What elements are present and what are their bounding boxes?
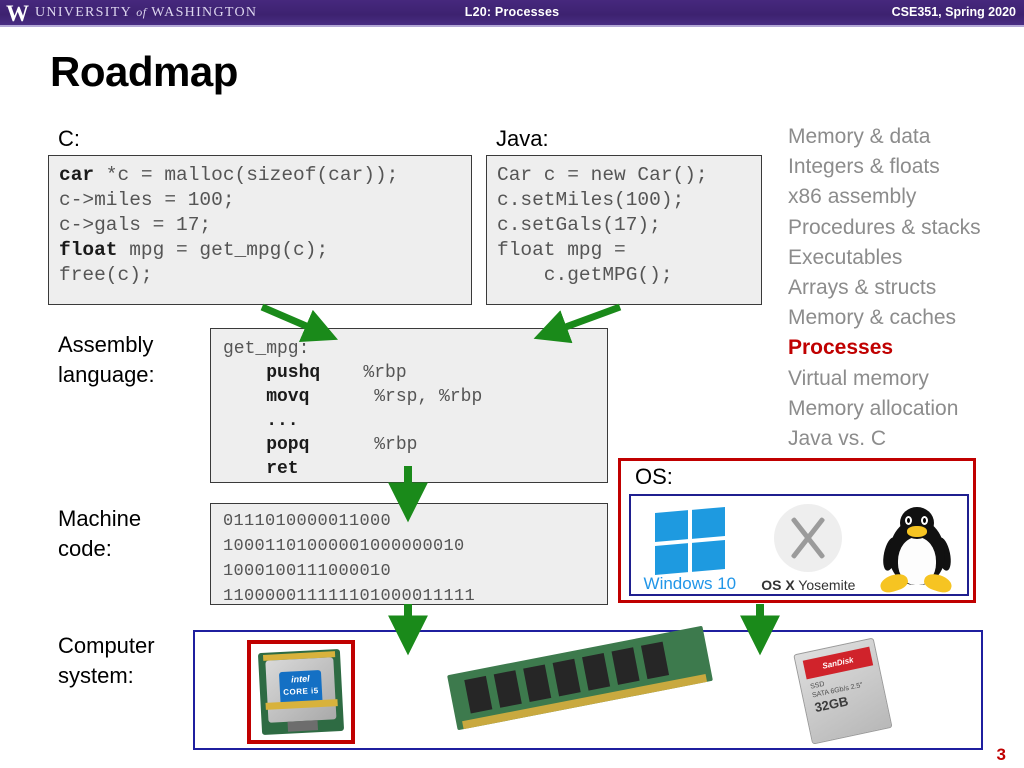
code-text: *c = malloc(sizeof(car)); xyxy=(94,164,399,186)
linux-tux-penguin-icon xyxy=(878,501,955,595)
lecture-title: L20: Processes xyxy=(464,5,560,19)
code-text: c.setMiles(100); xyxy=(497,189,685,211)
code-text: %rbp xyxy=(320,363,407,383)
c-code-line: car *c = malloc(sizeof(car)); xyxy=(59,163,471,188)
java-code-line: float mpg = xyxy=(497,238,761,263)
osx-logo-icon xyxy=(774,504,843,572)
code-text: %rsp, %rbp xyxy=(309,387,483,407)
roadmap-topic-item: Memory & caches xyxy=(788,306,957,330)
code-text: c->miles = 100; xyxy=(59,189,235,211)
code-text: mpg = get_mpg(c); xyxy=(117,239,329,261)
windows-label: Windows 10 xyxy=(643,574,737,593)
asm-code-line: get_mpg: xyxy=(223,337,607,361)
code-text: %rbp xyxy=(309,435,418,455)
code-keyword: movq xyxy=(223,387,310,407)
asm-code-line: movq %rsp, %rbp xyxy=(223,385,607,409)
os-box: OS: Windows 10 OS X Yosemite xyxy=(618,458,976,603)
ssd-drive-image: SanDisk SSD SATA 6Gb/s 2.5" 32GB xyxy=(793,635,903,746)
c-code-block: car *c = malloc(sizeof(car)); c->miles = … xyxy=(48,155,472,305)
label-computer-line1: Computer xyxy=(58,633,155,658)
machine-code-line: 10001101000001000000010 xyxy=(223,537,465,556)
code-text: float mpg = xyxy=(497,239,626,261)
machine-code-block: 0111010000011000 10001101000001000000010 1… xyxy=(210,503,608,606)
code-text: c.setGals(17); xyxy=(497,214,661,236)
cpu-highlight-frame: intel CORE i5 xyxy=(247,640,355,744)
roadmap-topic-item: Memory allocation xyxy=(788,396,959,420)
os-item-macos: OS X Yosemite xyxy=(761,496,855,594)
label-computer-line2: system: xyxy=(58,663,134,688)
intel-wordmark: intel xyxy=(290,673,310,685)
roadmap-topic-item: Memory & data xyxy=(788,125,931,148)
os-item-windows: Windows 10 xyxy=(643,496,737,594)
roadmap-topic-item: x86 assembly xyxy=(788,185,917,209)
code-text: free(c); xyxy=(59,264,153,286)
slide-header-bar: W UNIVERSITY of WASHINGTON L20: Processe… xyxy=(0,0,1024,27)
java-code-line: c.setGals(17); xyxy=(497,213,761,238)
windows-logo-icon xyxy=(654,506,725,576)
java-code-block: Car c = new Car(); c.setMiles(100); c.setG… xyxy=(486,155,762,305)
code-text: c.getMPG(); xyxy=(497,264,673,286)
label-java: Java: xyxy=(496,126,549,151)
computer-system-box: intel CORE i5 SanDisk SSD SATA 6Gb/s 2.5"… xyxy=(193,625,983,750)
label-machine-line1: Machine xyxy=(58,506,142,531)
asm-code-line: popq %rbp xyxy=(223,433,607,457)
intel-core-model: CORE i5 xyxy=(282,686,319,697)
assembly-code-block: get_mpg: pushq %rbp movq %rsp, %rbp ... … xyxy=(210,328,608,483)
course-term: CSE351, Spring 2020 xyxy=(891,5,1016,19)
label-machine-line2: code: xyxy=(58,536,112,561)
code-text: get_mpg: xyxy=(223,339,310,359)
code-text: Car c = new Car(); xyxy=(497,164,708,186)
c-code-line: c->miles = 100; xyxy=(59,188,471,213)
roadmap-topic-item: Integers & floats xyxy=(788,155,940,179)
machine-code-line: 110000011111101000011111 xyxy=(223,587,476,606)
roadmap-topic-item: Arrays & structs xyxy=(788,276,937,300)
os-logos-container: Windows 10 OS X Yosemite xyxy=(629,494,969,596)
code-keyword: ret xyxy=(223,459,299,479)
label-os: OS: xyxy=(635,464,673,489)
roadmap-topic-item: Virtual memory xyxy=(788,366,929,390)
roadmap-topic-item: Procedures & stacks xyxy=(788,215,981,239)
code-keyword: ... xyxy=(223,411,299,431)
code-keyword: car xyxy=(59,164,95,186)
machine-code-line: 0111010000011000 xyxy=(223,512,392,531)
roadmap-topic-item-current: Processes xyxy=(788,336,894,360)
machine-code-line: 1000100111000010 xyxy=(223,562,392,581)
asm-code-line: ret xyxy=(223,457,607,481)
osx-label: OS X Yosemite xyxy=(761,576,855,594)
label-assembly-language: Assembly language: xyxy=(58,330,155,390)
code-keyword: float xyxy=(59,239,118,261)
roadmap-topic-list: Memory & data Integers & floats x86 assemb… xyxy=(788,122,1024,454)
roadmap-topic-item: Java vs. C xyxy=(788,427,887,451)
label-assembly-line1: Assembly xyxy=(58,332,154,357)
c-code-line: free(c); xyxy=(59,263,471,288)
code-keyword: pushq xyxy=(223,363,321,383)
osx-label-bold: OS X xyxy=(761,577,795,593)
asm-code-line: ... xyxy=(223,409,607,433)
java-code-line: c.getMPG(); xyxy=(497,263,761,288)
sandisk-brand-label: SanDisk xyxy=(802,646,874,680)
page-title: Roadmap xyxy=(50,48,238,95)
java-code-line: Car c = new Car(); xyxy=(497,163,761,188)
roadmap-topic-item: Executables xyxy=(788,245,903,269)
java-code-line: c.setMiles(100); xyxy=(497,188,761,213)
code-text: c->gals = 17; xyxy=(59,214,212,236)
c-code-line: float mpg = get_mpg(c); xyxy=(59,238,471,263)
label-assembly-line2: language: xyxy=(58,362,155,387)
label-computer-system: Computer system: xyxy=(58,631,155,691)
c-code-line: c->gals = 17; xyxy=(59,213,471,238)
os-item-linux xyxy=(878,496,955,595)
label-machine-code: Machine code: xyxy=(58,504,141,564)
ram-memory-module-image xyxy=(447,625,713,731)
code-keyword: popq xyxy=(223,435,310,455)
label-c: C: xyxy=(58,126,80,151)
cpu-processor-image: intel CORE i5 xyxy=(257,648,345,736)
slide-page-number: 3 xyxy=(996,745,1006,764)
asm-code-line: pushq %rbp xyxy=(223,361,607,385)
osx-label-rest: Yosemite xyxy=(794,577,856,593)
